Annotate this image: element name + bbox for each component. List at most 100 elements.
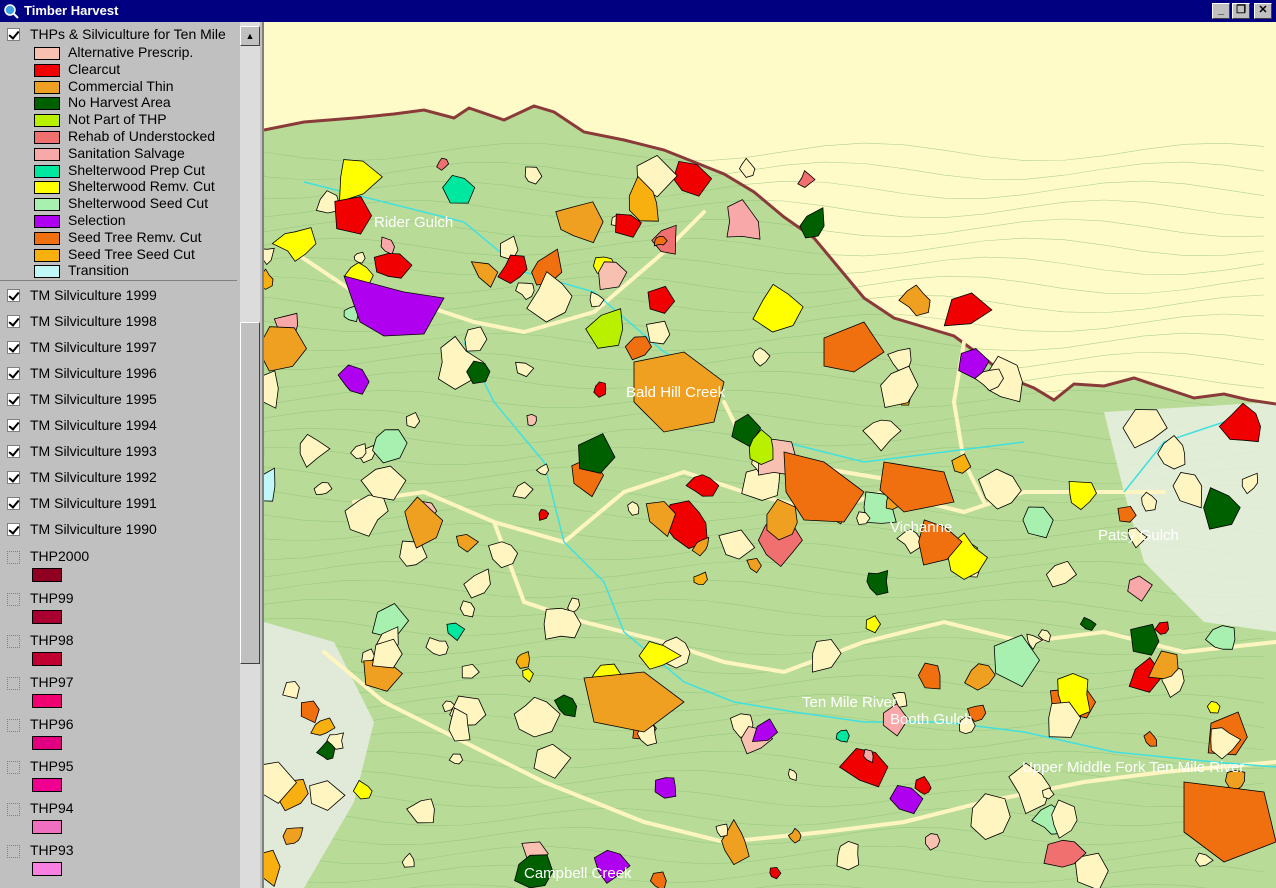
legend-class-swatch[interactable] <box>34 80 60 94</box>
minimize-button[interactable]: _ <box>1212 3 1230 19</box>
thp-layer-name[interactable]: THP99 <box>30 590 74 606</box>
legend-class-label: Sanitation Salvage <box>68 144 185 161</box>
silviculture-layer-name[interactable]: TM Silviculture 1993 <box>30 443 157 459</box>
legend-class-label: Shelterwood Seed Cut <box>68 195 209 212</box>
thp-layer-swatch <box>32 694 62 708</box>
legend-class-swatch[interactable] <box>34 131 60 144</box>
legend-class-label: Transition <box>68 262 129 279</box>
legend-class-swatch[interactable] <box>34 231 60 245</box>
legend-class-swatch[interactable] <box>34 147 60 161</box>
legend-class-label: Shelterwood Remv. Cut <box>68 178 215 195</box>
thp-layer-swatch <box>32 736 62 750</box>
thp-layer-name[interactable]: THP2000 <box>30 548 89 564</box>
thp-layer-checkbox[interactable] <box>7 635 20 648</box>
silviculture-layer-checkbox[interactable] <box>7 367 20 380</box>
harvest-unit <box>264 370 279 409</box>
silviculture-layer-name[interactable]: TM Silviculture 1992 <box>30 469 157 485</box>
legend-class-swatch[interactable] <box>34 198 60 212</box>
silviculture-layer-checkbox[interactable] <box>7 445 20 458</box>
harvest-unit <box>799 207 825 239</box>
silviculture-layer-name[interactable]: TM Silviculture 1995 <box>30 391 157 407</box>
thp-layer-name[interactable]: THP98 <box>30 632 74 648</box>
harvest-unit <box>797 170 816 188</box>
legend-class-label: Commercial Thin <box>68 77 174 94</box>
legend-panel: THPs & Silviculture for Ten Mile Alterna… <box>0 22 241 888</box>
legend-class-label: Selection <box>68 212 126 228</box>
legend-class-swatch[interactable] <box>34 114 60 128</box>
thp-layer-name[interactable]: THP97 <box>30 674 74 690</box>
legend-class-swatch[interactable] <box>34 265 60 279</box>
thp-layer-swatch <box>32 610 62 624</box>
silviculture-layer-checkbox[interactable] <box>7 393 20 406</box>
silviculture-layer-checkbox[interactable] <box>7 315 20 328</box>
main-layer-entry: THPs & Silviculture for Ten Mile Alterna… <box>0 22 237 281</box>
legend-class-swatch[interactable] <box>34 248 60 262</box>
silviculture-layer-checkbox[interactable] <box>7 289 20 302</box>
silviculture-layer-checkbox[interactable] <box>7 471 20 484</box>
app-icon <box>4 4 19 19</box>
legend-scrollbar[interactable]: ▲ <box>240 22 260 888</box>
place-label: Rider Gulch <box>374 214 454 231</box>
thp-layer-name[interactable]: THP93 <box>30 842 74 858</box>
legend-class-label: Seed Tree Seed Cut <box>68 245 195 262</box>
legend-class-swatch[interactable] <box>34 63 60 77</box>
silviculture-layer-name[interactable]: TM Silviculture 1998 <box>30 313 157 329</box>
legend-class-swatch[interactable] <box>34 181 60 195</box>
thp-layer-checkbox[interactable] <box>7 719 20 732</box>
map-view[interactable]: Rider Gulch Bald Hill Creek Vichanne Pat… <box>262 22 1276 888</box>
restore-button[interactable]: ❐ <box>1232 3 1250 19</box>
scroll-thumb[interactable] <box>240 322 260 664</box>
legend-class-swatch[interactable] <box>34 215 60 228</box>
main-layer-name[interactable]: THPs & Silviculture for Ten Mile <box>30 26 237 42</box>
thp-layer-name[interactable]: THP95 <box>30 758 74 774</box>
place-label: Patsy Gulch <box>1098 527 1179 544</box>
silviculture-layer-name[interactable]: TM Silviculture 1997 <box>30 339 157 355</box>
silviculture-layer-name[interactable]: TM Silviculture 1990 <box>30 521 157 537</box>
thp-layer-swatch <box>32 778 62 792</box>
thp-layer-swatch <box>32 820 62 834</box>
legend-class-label: Clearcut <box>68 60 121 77</box>
harvest-unit <box>264 467 276 502</box>
thp-layer-name[interactable]: THP96 <box>30 716 74 732</box>
legend-class-swatch[interactable] <box>34 164 60 178</box>
thp-layer-checkbox[interactable] <box>7 803 20 816</box>
silviculture-layer-name[interactable]: TM Silviculture 1999 <box>30 287 157 303</box>
thp-layer-checkbox[interactable] <box>7 761 20 774</box>
scroll-up-button[interactable]: ▲ <box>240 26 260 46</box>
thp-layer-checkbox[interactable] <box>7 551 20 564</box>
legend-class-swatch[interactable] <box>34 97 60 111</box>
window-title: Timber Harvest <box>24 3 119 18</box>
silviculture-layer-name[interactable]: TM Silviculture 1996 <box>30 365 157 381</box>
thp-layer-checkbox[interactable] <box>7 677 20 690</box>
place-label: Ten Mile River <box>802 694 898 711</box>
main-layer-checkbox[interactable] <box>7 28 20 41</box>
thp-layer-swatch <box>32 652 62 666</box>
thp-layer-checkbox[interactable] <box>7 845 20 858</box>
place-label: Bald Hill Creek <box>626 384 726 401</box>
legend-class-label: Shelterwood Prep Cut <box>68 161 205 178</box>
legend-class-label: Not Part of THP <box>68 111 167 128</box>
legend-class-label: Rehab of Understocked <box>68 128 216 144</box>
legend-class-label: Seed Tree Remv. Cut <box>68 228 202 245</box>
place-label: Booth Gulch <box>890 711 973 728</box>
title-bar: Timber Harvest _ ❐ ✕ <box>0 0 1276 22</box>
legend-class-label: No Harvest Area <box>68 94 171 111</box>
harvest-unit <box>943 292 993 327</box>
place-label: Upper Middle Fork Ten Mile River <box>1022 759 1245 776</box>
harvest-unit <box>739 157 756 178</box>
thp-layer-name[interactable]: THP94 <box>30 800 74 816</box>
silviculture-layer-name[interactable]: TM Silviculture 1991 <box>30 495 157 511</box>
silviculture-layer-checkbox[interactable] <box>7 523 20 536</box>
legend-class-label: Alternative Prescrip. <box>68 44 194 60</box>
legend-class-swatch[interactable] <box>34 47 60 60</box>
silviculture-layer-checkbox[interactable] <box>7 419 20 432</box>
harvest-unit <box>526 413 537 427</box>
place-label: Campbell Creek <box>524 865 632 882</box>
silviculture-layer-name[interactable]: TM Silviculture 1994 <box>30 417 157 433</box>
thp-layer-swatch <box>32 568 62 582</box>
close-button[interactable]: ✕ <box>1254 3 1272 19</box>
thp-layer-swatch <box>32 862 62 876</box>
thp-layer-checkbox[interactable] <box>7 593 20 606</box>
silviculture-layer-checkbox[interactable] <box>7 341 20 354</box>
silviculture-layer-checkbox[interactable] <box>7 497 20 510</box>
